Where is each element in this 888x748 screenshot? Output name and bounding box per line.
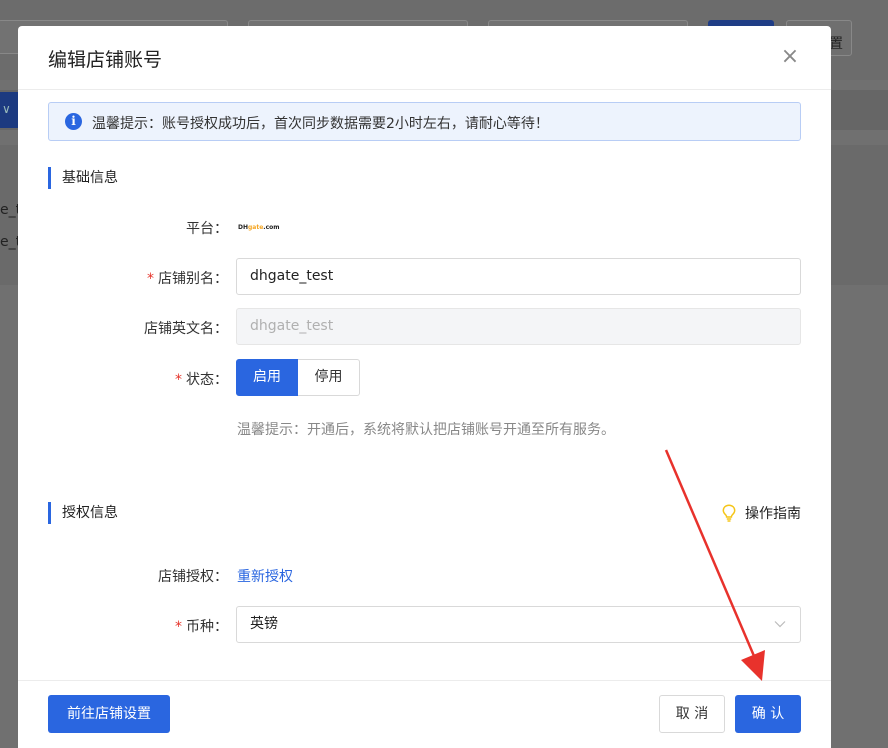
alert-text: 温馨提示：账号授权成功后，首次同步数据需要2小时左右，请耐心等待！: [92, 116, 549, 132]
currency-label: * 币种：: [175, 619, 228, 635]
close-icon[interactable]: ×: [779, 46, 801, 68]
currency-select-value: 英镑: [250, 616, 278, 632]
required-mark: *: [175, 619, 182, 635]
operation-guide-label: 操作指南: [745, 506, 801, 522]
lightbulb-icon: [722, 504, 736, 522]
currency-select[interactable]: 英镑: [236, 606, 801, 643]
store-alias-label: * 店铺别名：: [147, 271, 228, 287]
chevron-down-icon: [774, 621, 786, 628]
info-icon: i: [65, 113, 82, 130]
confirm-button[interactable]: 确 认: [735, 695, 801, 733]
info-alert: i 温馨提示：账号授权成功后，首次同步数据需要2小时左右，请耐心等待！: [48, 102, 801, 141]
required-mark: *: [147, 271, 154, 287]
status-hint: 温馨提示：开通后，系统将默认把店铺账号开通至所有服务。: [237, 422, 615, 438]
reauthorize-link[interactable]: 重新授权: [237, 566, 293, 586]
dialog-footer: 前往店铺设置 取 消 确 认: [18, 680, 831, 748]
cancel-button[interactable]: 取 消: [659, 695, 725, 733]
dhgate-logo: DHgate.com: [238, 224, 280, 231]
dialog-header: 编辑店铺账号 ×: [18, 26, 831, 90]
status-enable-option[interactable]: 启用: [236, 359, 298, 396]
store-english-name-label: 店铺英文名：: [144, 321, 228, 337]
operation-guide-link[interactable]: 操作指南: [722, 503, 801, 523]
platform-label: 平台：: [186, 221, 228, 237]
dialog-title: 编辑店铺账号: [48, 49, 163, 71]
edit-store-account-dialog: 编辑店铺账号 × i 温馨提示：账号授权成功后，首次同步数据需要2小时左右，请耐…: [18, 26, 831, 748]
status-toggle: 启用 停用: [236, 359, 360, 396]
status-disable-option[interactable]: 停用: [298, 359, 360, 396]
store-alias-input[interactable]: dhgate_test: [236, 258, 801, 295]
go-to-store-settings-button[interactable]: 前往店铺设置: [48, 695, 170, 733]
background-collapse-tab: ∨: [0, 92, 18, 128]
section-title-basic-info: 基础信息: [48, 167, 118, 189]
status-label: * 状态：: [175, 372, 228, 388]
store-authorization-label: 店铺授权：: [158, 569, 228, 585]
section-title-auth-info: 授权信息: [48, 502, 118, 524]
required-mark: *: [175, 372, 182, 388]
store-english-name-input: dhgate_test: [236, 308, 801, 345]
